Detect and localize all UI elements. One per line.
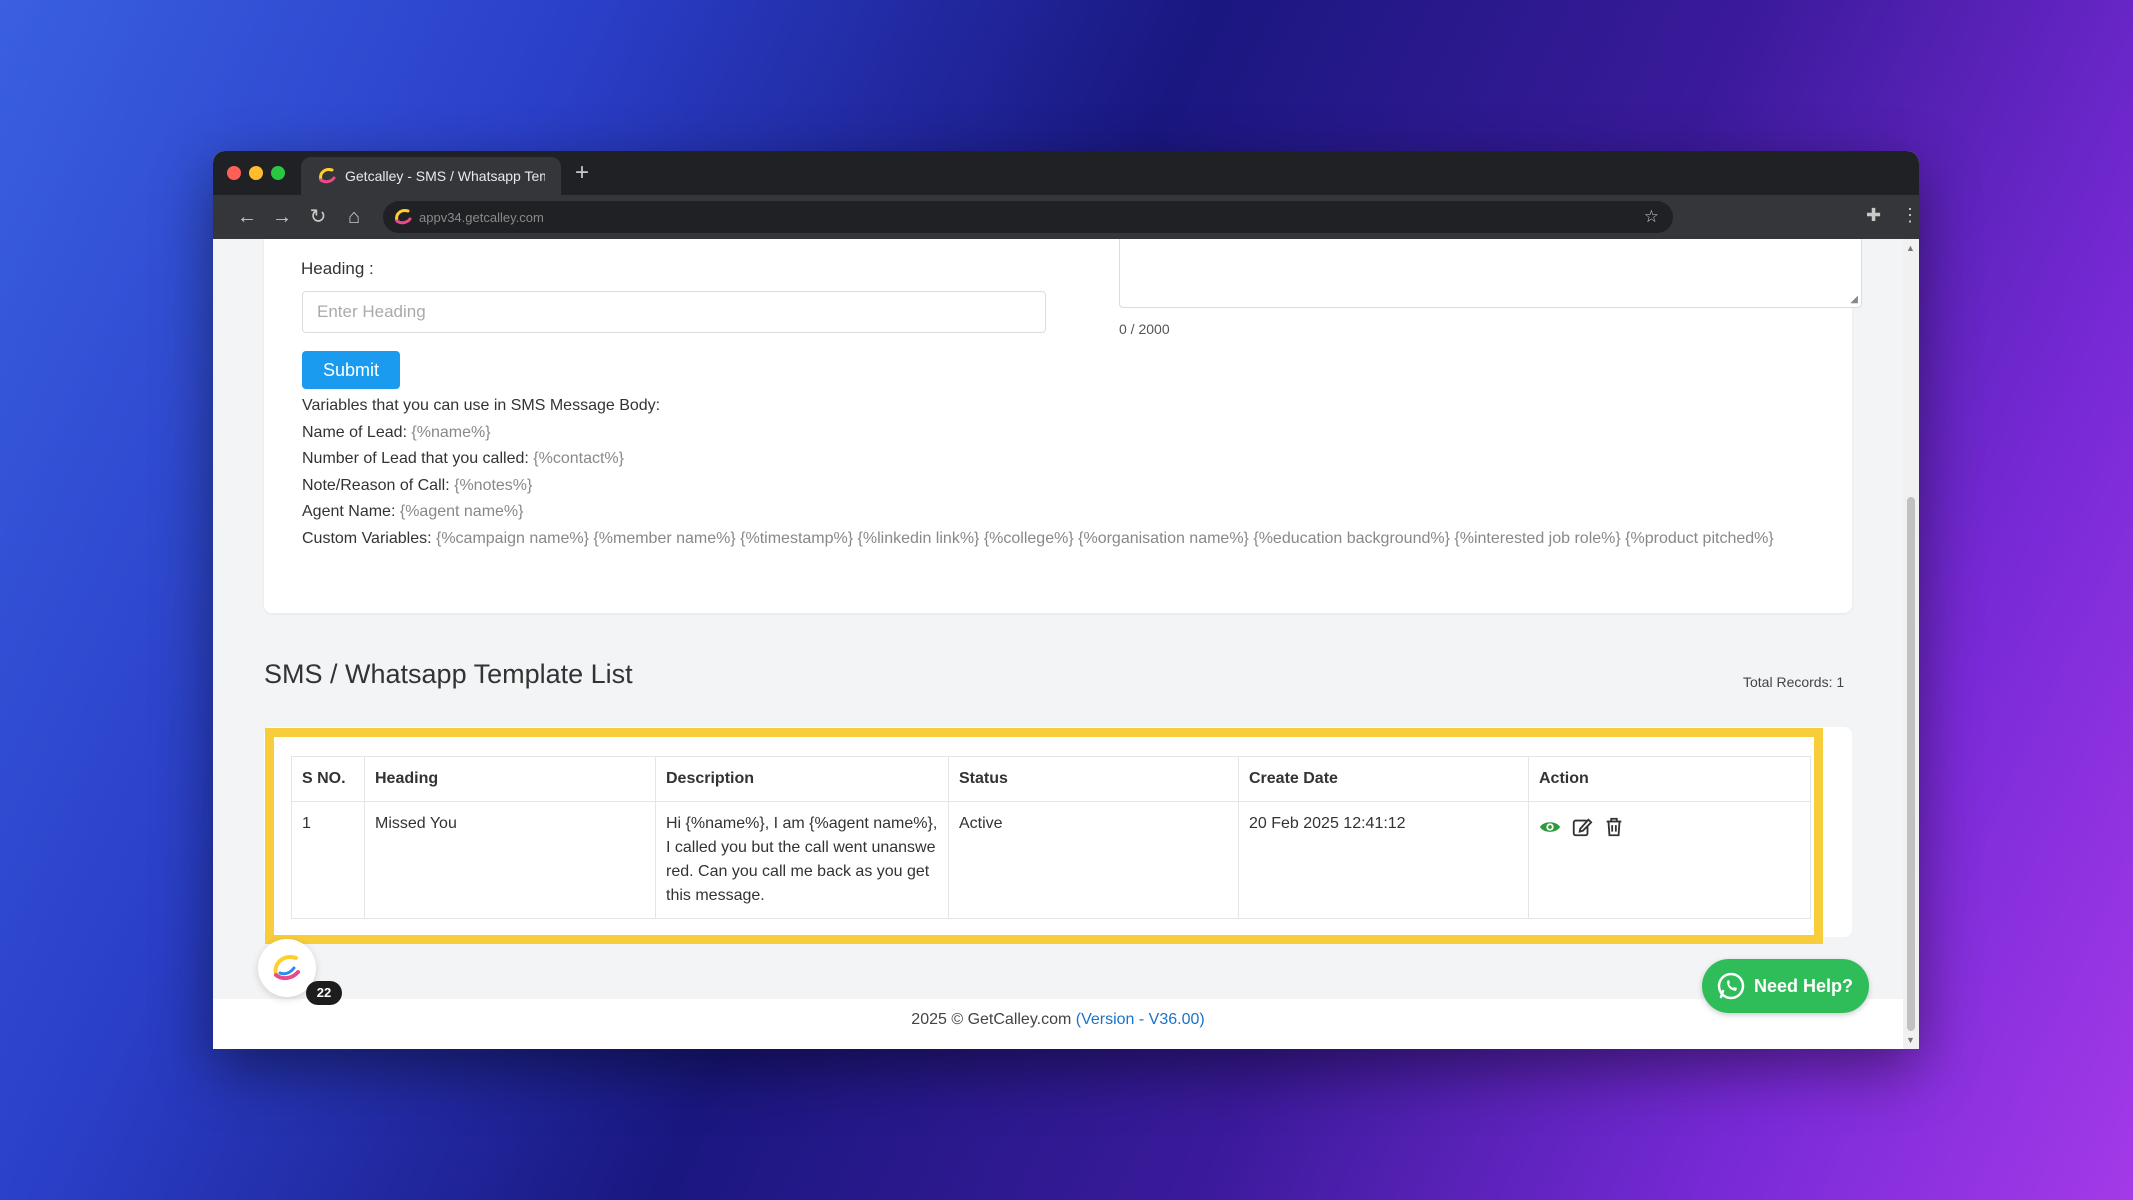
eye-icon[interactable] — [1539, 816, 1561, 838]
whatsapp-icon — [1717, 972, 1745, 1000]
resize-grip-icon[interactable]: ◢ — [1850, 294, 1858, 305]
scroll-up-icon[interactable]: ▲ — [1906, 243, 1915, 253]
variables-intro: Variables that you can use in SMS Messag… — [302, 397, 661, 414]
variable-row: Custom Variables: {%campaign name%} {%me… — [302, 529, 1774, 547]
scroll-thumb[interactable] — [1907, 497, 1915, 1031]
total-records: Total Records: 1 — [1743, 674, 1845, 690]
browser-menu-icon[interactable]: ⋮ — [1901, 205, 1919, 226]
scroll-down-icon[interactable]: ▼ — [1906, 1035, 1915, 1045]
variable-row: Number of Lead that you called: {%contac… — [302, 450, 624, 468]
message-body-textarea[interactable]: ◢ — [1119, 239, 1862, 308]
col-action: Action — [1528, 756, 1811, 802]
need-help-label: Need Help? — [1754, 975, 1854, 996]
page-content: ◢ 0 / 2000 Heading : Submit Variables th… — [213, 239, 1903, 1049]
template-table: S NO. Heading Description Status Create … — [291, 756, 1811, 919]
submit-button[interactable]: Submit — [302, 351, 400, 389]
col-create-date: Create Date — [1238, 756, 1529, 802]
notification-badge: 22 — [306, 981, 342, 1005]
need-help-button[interactable]: Need Help? — [1702, 959, 1869, 1013]
cell-create-date: 20 Feb 2025 12:41:12 — [1238, 801, 1529, 919]
extensions-icon[interactable]: ✚ — [1866, 205, 1881, 226]
table-header-row: S NO. Heading Description Status Create … — [291, 756, 1811, 802]
heading-input[interactable] — [302, 291, 1046, 333]
site-favicon-icon — [395, 209, 412, 225]
cell-sno: 1 — [291, 801, 365, 919]
variable-row: Name of Lead: {%name%} — [302, 423, 491, 441]
home-icon[interactable]: ⌂ — [342, 205, 366, 229]
minimize-window-button[interactable] — [249, 166, 263, 180]
col-description: Description — [655, 756, 949, 802]
col-sno: S NO. — [291, 756, 365, 802]
col-status: Status — [948, 756, 1239, 802]
new-tab-button[interactable]: + — [575, 159, 589, 187]
url-text: appv34.getcalley.com — [419, 209, 544, 225]
variables-help: Variables that you can use in SMS Messag… — [302, 393, 1802, 553]
page-scrollbar[interactable]: ▲ ▼ — [1903, 239, 1919, 1049]
edit-icon[interactable] — [1571, 816, 1593, 838]
reload-icon[interactable]: ↻ — [306, 205, 330, 229]
variable-row: Agent Name: {%agent name%} — [302, 503, 524, 521]
tab-bar: Getcalley - SMS / Whatsapp Temp + — [213, 151, 1919, 195]
tab-title: Getcalley - SMS / Whatsapp Temp — [345, 168, 545, 184]
maximize-window-button[interactable] — [271, 166, 285, 180]
browser-window: Getcalley - SMS / Whatsapp Temp + ← → ↻ … — [213, 151, 1919, 1049]
char-counter: 0 / 2000 — [1119, 321, 1170, 337]
table-row: 1 Missed You Hi {%name%}, I am {%agent n… — [291, 801, 1811, 919]
browser-toolbar: ← → ↻ ⌂ appv34.getcalley.com ☆ ✚ ⋮ — [213, 195, 1919, 239]
getcalley-logo-icon — [319, 168, 336, 184]
close-window-button[interactable] — [227, 166, 241, 180]
list-title: SMS / Whatsapp Template List — [264, 659, 633, 689]
back-icon[interactable]: ← — [235, 205, 259, 229]
browser-tab[interactable]: Getcalley - SMS / Whatsapp Temp — [301, 157, 561, 195]
cell-actions — [1528, 801, 1811, 919]
variable-row: Note/Reason of Call: {%notes%} — [302, 476, 533, 494]
footer-copyright: 2025 © GetCalley.com — [911, 1011, 1076, 1028]
cell-status: Active — [948, 801, 1239, 919]
footer: 2025 © GetCalley.com (Version - V36.00) — [213, 1011, 1903, 1029]
heading-label: Heading : — [301, 259, 374, 278]
forward-icon[interactable]: → — [270, 205, 294, 229]
getcalley-logo-icon — [273, 955, 300, 981]
cell-heading: Missed You — [364, 801, 656, 919]
cell-description: Hi {%name%}, I am {%agent name%}, I call… — [655, 801, 949, 919]
trash-icon[interactable] — [1603, 816, 1625, 838]
col-heading: Heading — [364, 756, 656, 802]
bookmark-star-icon[interactable]: ☆ — [1644, 207, 1659, 227]
address-bar[interactable]: appv34.getcalley.com ☆ — [383, 201, 1673, 233]
footer-version-link[interactable]: (Version - V36.00) — [1076, 1011, 1205, 1028]
